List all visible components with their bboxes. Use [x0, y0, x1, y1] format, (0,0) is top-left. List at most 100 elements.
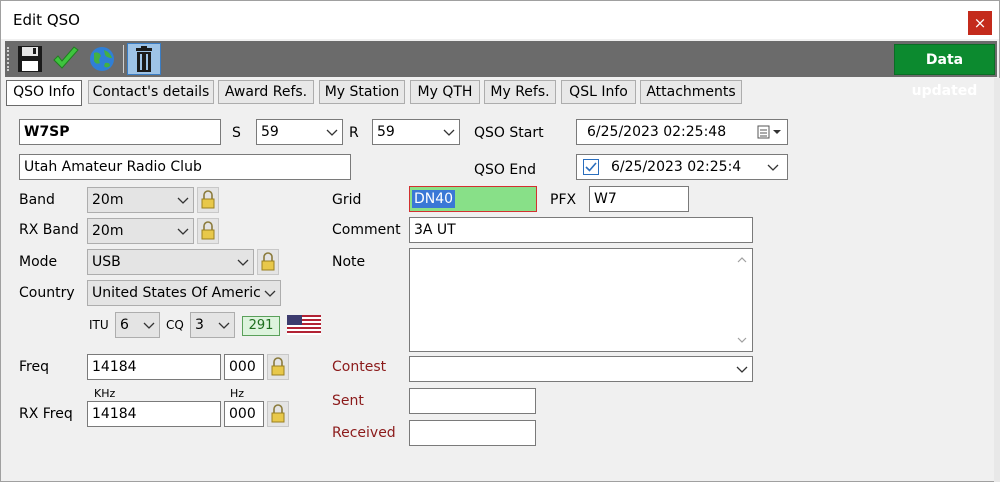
s-label: S	[232, 125, 241, 141]
close-icon: ×	[973, 14, 987, 32]
freq-khz-input[interactable]: 14184	[87, 354, 221, 380]
country-value: United States Of Americ	[92, 285, 261, 301]
comment-input[interactable]: 3A UT	[409, 217, 753, 243]
qso-end-checkbox[interactable]	[583, 159, 599, 175]
lock-icon	[201, 221, 215, 240]
comment-label: Comment	[332, 222, 401, 238]
chevron-down-icon	[326, 129, 338, 136]
save-icon	[18, 46, 42, 72]
us-flag-icon	[287, 315, 321, 335]
freq-label: Freq	[19, 359, 49, 375]
country-select[interactable]: United States Of Americ	[87, 280, 281, 306]
lock-icon	[271, 357, 285, 376]
scroll-up-icon[interactable]	[733, 253, 751, 267]
tab-contacts-details[interactable]: Contact's details	[88, 80, 214, 104]
chevron-down-icon	[143, 322, 155, 329]
grid-value: DN40	[412, 190, 456, 208]
rx-band-value: 20m	[92, 223, 124, 239]
chevron-down-icon	[264, 281, 276, 305]
mode-lock-button[interactable]	[257, 249, 279, 275]
qso-end-label: QSO End	[474, 162, 536, 178]
close-button[interactable]: ×	[968, 11, 992, 35]
itu-select[interactable]: 6	[115, 312, 160, 338]
note-label: Note	[332, 254, 366, 270]
lookup-web-button[interactable]	[87, 43, 117, 75]
khz-unit-label: KHz	[94, 387, 116, 400]
tab-attachments[interactable]: Attachments	[640, 80, 742, 104]
save-button[interactable]	[15, 43, 45, 75]
cq-value: 3	[195, 317, 204, 333]
rx-band-lock-button[interactable]	[197, 218, 219, 244]
toolbar-grip	[7, 47, 12, 71]
qso-end-value: 6/25/2023 02:25:4	[611, 159, 742, 175]
tab-qso-info[interactable]: QSO Info	[6, 80, 82, 106]
checkmark-icon	[53, 46, 79, 69]
rst-received-value: 59	[377, 124, 395, 140]
grid-label: Grid	[332, 192, 362, 208]
rx-freq-hz-input[interactable]: 000	[224, 401, 264, 427]
chevron-down-icon	[218, 322, 230, 329]
band-select[interactable]: 20m	[87, 187, 194, 213]
chevron-down-icon	[443, 129, 455, 136]
rx-freq-lock-button[interactable]	[267, 401, 289, 427]
rst-sent-select[interactable]: 59	[256, 119, 343, 145]
country-label: Country	[19, 285, 75, 301]
itu-value: 6	[120, 317, 129, 333]
band-value: 20m	[92, 192, 124, 208]
toolbar-separator	[123, 45, 124, 73]
rst-sent-value: 59	[261, 124, 279, 140]
qso-end-datetime[interactable]: 6/25/2023 02:25:4	[576, 154, 788, 180]
underlying-window-edge	[994, 78, 1000, 482]
r-label: R	[349, 125, 359, 141]
sent-input[interactable]	[409, 388, 536, 414]
tab-my-refs[interactable]: My Refs.	[484, 80, 556, 104]
scroll-down-icon[interactable]	[733, 333, 751, 347]
qso-start-value: 6/25/2023 02:25:48	[587, 124, 727, 140]
hz-unit-label: Hz	[230, 387, 245, 400]
mode-label: Mode	[19, 254, 58, 270]
lock-icon	[201, 190, 215, 209]
contest-select[interactable]	[409, 356, 753, 382]
sent-label: Sent	[332, 393, 364, 409]
pfx-input[interactable]: W7	[589, 186, 689, 212]
note-scrollbar[interactable]	[733, 249, 751, 351]
itu-label: ITU	[89, 318, 109, 332]
grid-input[interactable]: DN40	[409, 186, 537, 212]
rx-freq-khz-input[interactable]: 14184	[87, 401, 221, 427]
status-badge: Data updated	[894, 44, 995, 99]
chevron-down-icon	[736, 366, 748, 373]
contest-label: Contest	[332, 359, 387, 375]
qso-start-datetime[interactable]: 6/25/2023 02:25:48	[576, 119, 788, 145]
lock-icon	[261, 252, 275, 271]
received-label: Received	[332, 425, 396, 441]
band-label: Band	[19, 192, 55, 208]
dxcc-badge: 291	[242, 316, 280, 336]
chevron-down-icon	[177, 197, 189, 204]
rst-received-select[interactable]: 59	[372, 119, 460, 145]
callsign-input[interactable]: W7SP	[19, 119, 221, 145]
cq-select[interactable]: 3	[190, 312, 235, 338]
received-input[interactable]	[409, 420, 536, 446]
window-title: Edit QSO	[13, 11, 80, 29]
pfx-label: PFX	[550, 192, 577, 208]
tab-qsl-info[interactable]: QSL Info	[561, 80, 636, 104]
name-input[interactable]: Utah Amateur Radio Club	[19, 154, 351, 180]
lock-icon	[271, 404, 285, 423]
calendar-dropdown-icon[interactable]	[757, 125, 783, 139]
note-textarea[interactable]	[409, 248, 753, 352]
freq-hz-input[interactable]: 000	[224, 354, 264, 380]
chevron-down-icon	[237, 259, 249, 266]
mode-select[interactable]: USB	[87, 249, 254, 275]
chevron-down-icon	[177, 228, 189, 235]
tab-award-refs[interactable]: Award Refs.	[218, 80, 314, 104]
band-lock-button[interactable]	[197, 187, 219, 213]
tab-my-qth[interactable]: My QTH	[410, 80, 480, 104]
confirm-button[interactable]	[51, 43, 81, 75]
toolbar: Data updated	[5, 41, 997, 99]
chevron-down-icon[interactable]	[767, 155, 779, 179]
rx-band-select[interactable]: 20m	[87, 218, 194, 244]
rx-freq-label: RX Freq	[19, 406, 73, 422]
delete-button[interactable]	[127, 43, 161, 75]
freq-lock-button[interactable]	[267, 354, 289, 380]
tab-my-station[interactable]: My Station	[319, 80, 405, 104]
